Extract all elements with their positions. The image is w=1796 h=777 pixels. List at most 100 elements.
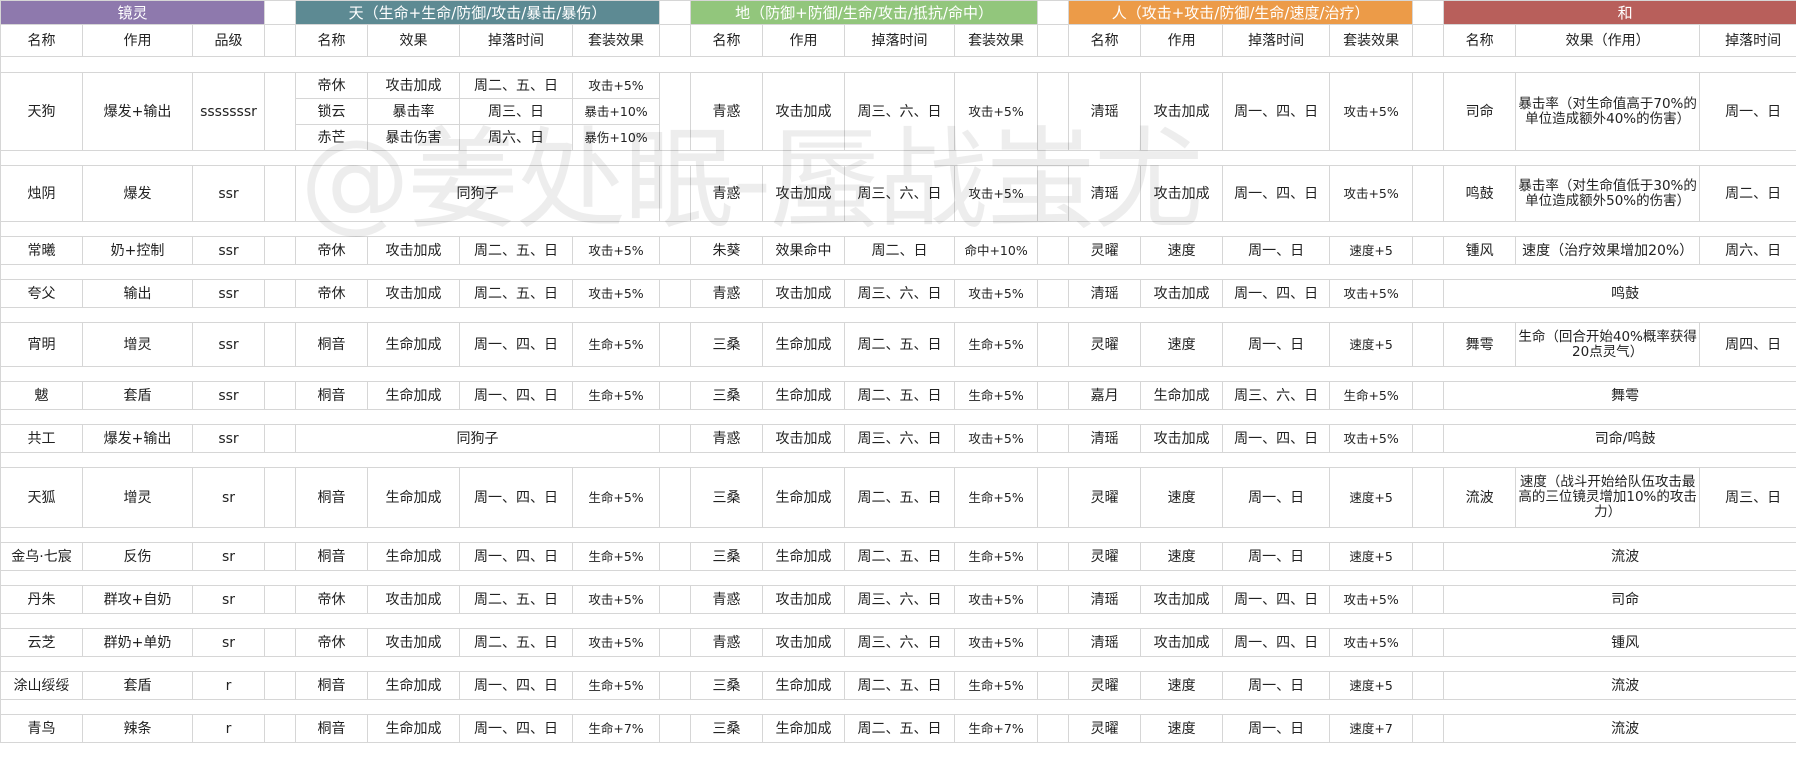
tian-name: 帝休: [295, 279, 368, 308]
col-header: 品级: [192, 24, 265, 57]
he-note: 鸣鼓: [1443, 279, 1796, 308]
tian-effect: 生命加成: [367, 714, 460, 743]
di-name: 三桑: [690, 322, 764, 367]
jingling-role: 套盾: [82, 381, 193, 410]
he-effect: 速度（战斗开始给队伍攻击最高的三位镜灵增加10%的攻击力）: [1515, 467, 1701, 528]
spacer-row: [0, 570, 1796, 586]
jingling-name: 天狐: [0, 467, 83, 528]
di-role: 效果命中: [762, 236, 846, 265]
tian-set: 生命+5%: [571, 542, 661, 571]
ren-time: 周三、六、日: [1222, 381, 1331, 410]
ren-set: 攻击+5%: [1329, 424, 1414, 453]
col-header: 作用: [1140, 24, 1224, 57]
ren-role: 攻击加成: [1140, 72, 1224, 151]
jingling-role: 爆发+输出: [82, 72, 193, 151]
tian-name: 桐音: [295, 671, 368, 700]
jingling-grade: ssr: [192, 279, 265, 308]
col-header: 名称: [690, 24, 764, 57]
he-note: 流波: [1443, 714, 1796, 743]
ren-role: 生命加成: [1140, 381, 1224, 410]
tian-set: 生命+5%: [571, 467, 661, 528]
di-name: 青惑: [690, 628, 764, 657]
di-name: 三桑: [690, 381, 764, 410]
jingling-grade: ssr: [192, 424, 265, 453]
di-set: 生命+5%: [954, 671, 1039, 700]
di-role: 生命加成: [762, 714, 846, 743]
tian-time: 周一、四、日: [459, 467, 573, 528]
jingling-grade: ssr: [192, 165, 265, 222]
spacer-row: [0, 307, 1796, 323]
col-header: 掉落时间: [1699, 24, 1796, 57]
di-name: 三桑: [690, 714, 764, 743]
tian-effect: 生命加成: [367, 671, 460, 700]
table-row: 共工 爆发+输出 ssr 同狗子 青惑 攻击加成 周三、六、日 攻击+5% 清瑶…: [0, 424, 1796, 453]
tian-time: 周二、五、日: [459, 236, 573, 265]
ren-role: 速度: [1140, 467, 1224, 528]
spacer-row: [0, 699, 1796, 715]
spacer-row: [0, 150, 1796, 166]
jingling-name: 丹朱: [0, 585, 83, 614]
jingling-grade: sr: [192, 467, 265, 528]
jingling-grade: sr: [192, 585, 265, 614]
ren-name: 清瑶: [1068, 279, 1142, 308]
ren-set: 攻击+5%: [1329, 279, 1414, 308]
tian-set: 暴击+10%: [571, 98, 661, 125]
di-time: 周二、五、日: [844, 381, 956, 410]
ren-role: 速度: [1140, 671, 1224, 700]
ren-name: 灵曜: [1068, 467, 1142, 528]
di-time: 周二、五、日: [844, 467, 956, 528]
tian-time: 周三、日: [459, 98, 573, 125]
ren-time: 周一、日: [1222, 322, 1331, 367]
di-name: 青惑: [690, 424, 764, 453]
tian-effect: 攻击加成: [367, 72, 460, 99]
ren-time: 周一、四、日: [1222, 72, 1331, 151]
jingling-name: 金乌·七宸: [0, 542, 83, 571]
tian-time: 周六、日: [459, 124, 573, 151]
di-set: 生命+7%: [954, 714, 1039, 743]
jingling-grade: ssr: [192, 381, 265, 410]
tian-effect: 生命加成: [367, 467, 460, 528]
spacer-row: [0, 452, 1796, 468]
di-set: 攻击+5%: [954, 628, 1039, 657]
tian-set: 攻击+5%: [571, 72, 661, 99]
ren-name: 灵曜: [1068, 322, 1142, 367]
tian-set: 攻击+5%: [571, 279, 661, 308]
jingling-name: 常曦: [0, 236, 83, 265]
spacer-row: [0, 656, 1796, 672]
tian-name: 桐音: [295, 322, 368, 367]
group-header-row: 镜灵 天（生命+生命/防御/攻击/暴击/暴伤） 地（防御+防御/生命/攻击/抵抗…: [0, 0, 1796, 25]
col-header: 套装效果: [571, 24, 661, 57]
ren-name: 灵曜: [1068, 671, 1142, 700]
di-role: 攻击加成: [762, 424, 846, 453]
di-set: 命中+10%: [954, 236, 1039, 265]
ren-name: 清瑶: [1068, 72, 1142, 151]
ren-name: 清瑶: [1068, 424, 1142, 453]
table-row: 丹朱 群攻+自奶 sr 帝休 攻击加成 周二、五、日 攻击+5% 青惑 攻击加成…: [0, 585, 1796, 614]
tian-effect: 暴击率: [367, 98, 460, 125]
ren-set: 速度+5: [1329, 322, 1414, 367]
tian-effect: 生命加成: [367, 381, 460, 410]
he-time: 周二、日: [1699, 165, 1796, 222]
di-set: 攻击+5%: [954, 424, 1039, 453]
jingling-grade: sr: [192, 542, 265, 571]
jingling-name: 夸父: [0, 279, 83, 308]
di-set: 生命+5%: [954, 542, 1039, 571]
jingling-role: 辣条: [82, 714, 193, 743]
di-name: 青惑: [690, 585, 764, 614]
col-header: 名称: [295, 24, 368, 57]
group-header-jingling: 镜灵: [0, 0, 265, 25]
he-effect: 速度（治疗效果增加20%）: [1515, 236, 1701, 265]
jingling-role: 奶+控制: [82, 236, 193, 265]
ren-name: 嘉月: [1068, 381, 1142, 410]
ren-set: 速度+5: [1329, 467, 1414, 528]
tian-name: 锁云: [295, 98, 368, 125]
jingling-role: 群奶+单奶: [82, 628, 193, 657]
di-role: 攻击加成: [762, 165, 846, 222]
tian-set: 攻击+5%: [571, 585, 661, 614]
jingling-name: 宵明: [0, 322, 83, 367]
jingling-grade: ssr: [192, 322, 265, 367]
tian-name: 桐音: [295, 542, 368, 571]
jingling-role: 增灵: [82, 467, 193, 528]
tian-time: 周一、四、日: [459, 381, 573, 410]
jingling-name: 涂山绥绥: [0, 671, 83, 700]
